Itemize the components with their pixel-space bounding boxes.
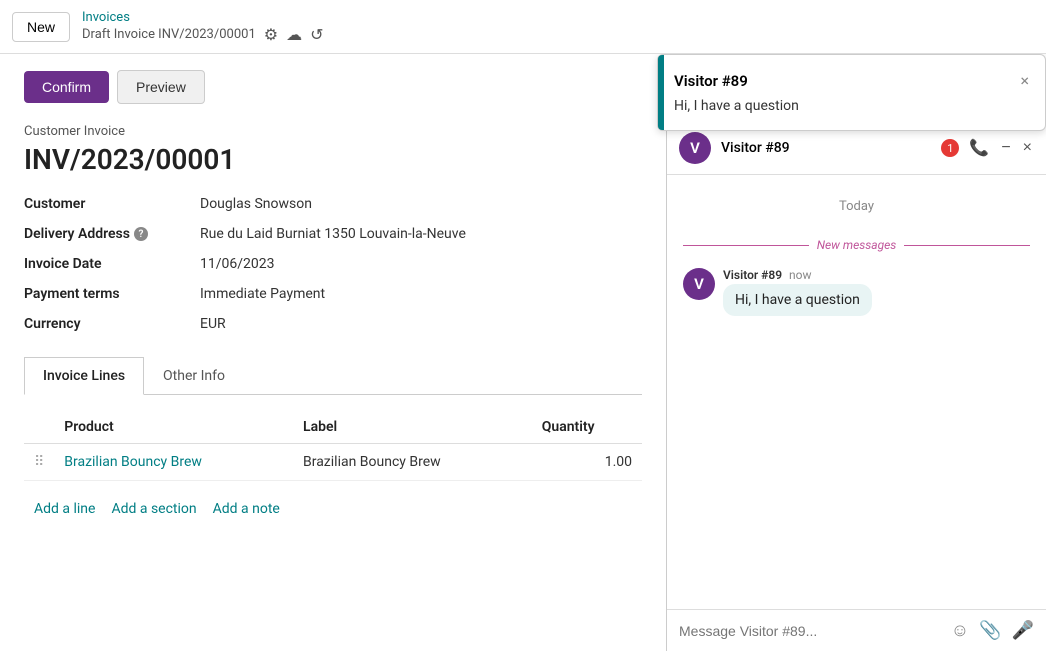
visitor-avatar: V (679, 132, 711, 164)
notification-message: Hi, I have a question (674, 98, 1029, 114)
mic-icon[interactable]: 🎤 (1012, 620, 1034, 641)
currency-label: Currency (24, 316, 184, 332)
preview-button[interactable]: Preview (117, 70, 205, 104)
date-divider: Today (683, 199, 1030, 214)
divider-line-left (683, 245, 809, 246)
add-line-link[interactable]: Add a line (34, 501, 95, 517)
notification-header: Visitor #89 × (674, 71, 1029, 90)
delivery-label: Delivery Address ? (24, 226, 184, 242)
upload-icon[interactable]: ☁ (286, 25, 302, 44)
chat-input[interactable] (679, 623, 941, 639)
table-actions: Add a line Add a section Add a note (24, 493, 642, 525)
chat-header-actions: 1 📞 − × (941, 136, 1034, 160)
product-cell: Brazilian Bouncy Brew (54, 444, 293, 481)
tabs: Invoice Lines Other Info (24, 356, 642, 395)
payment-label: Payment terms (24, 286, 184, 302)
date-label: Invoice Date (24, 256, 184, 272)
message-bubble: Hi, I have a question (723, 284, 872, 316)
product-link[interactable]: Brazilian Bouncy Brew (64, 454, 202, 470)
breadcrumb-sub: Draft Invoice INV/2023/00001 ⚙ ☁ ↺ (82, 25, 324, 44)
gear-icon[interactable]: ⚙ (264, 25, 278, 44)
label-col-header: Label (293, 411, 532, 444)
new-messages-label: New messages (817, 238, 897, 252)
refresh-icon[interactable]: ↺ (310, 25, 323, 44)
delivery-help-icon[interactable]: ? (134, 227, 148, 241)
form-grid: Customer Douglas Snowson Delivery Addres… (24, 196, 624, 332)
notification-popup: Visitor #89 × Hi, I have a question (657, 54, 1046, 131)
new-button[interactable]: New (12, 12, 70, 42)
invoice-number: INV/2023/00001 (24, 143, 642, 176)
attach-icon[interactable]: 📎 (979, 620, 1001, 641)
add-note-link[interactable]: Add a note (213, 501, 280, 517)
invoice-type: Customer Invoice (24, 124, 642, 139)
main-layout: Confirm Preview Customer Invoice INV/202… (0, 54, 1046, 651)
accent-bar (658, 55, 664, 130)
message-avatar: V (683, 268, 715, 300)
emoji-icon[interactable]: ☺ (951, 620, 969, 641)
call-icon[interactable]: 📞 (967, 136, 991, 160)
currency-value: EUR (200, 316, 624, 332)
payment-value: Immediate Payment (200, 286, 624, 302)
chat-panel: Visitor #89 × Hi, I have a question V Vi… (666, 54, 1046, 651)
new-messages-divider: New messages (683, 238, 1030, 252)
breadcrumb-area: Invoices Draft Invoice INV/2023/00001 ⚙ … (82, 10, 324, 44)
notification-close-icon[interactable]: × (1020, 71, 1029, 90)
drag-handle[interactable]: ⠿ (24, 444, 54, 481)
chat-footer-icons: ☺ 📎 🎤 (951, 620, 1034, 641)
notification-title: Visitor #89 (674, 72, 748, 90)
chat-message-row: V Visitor #89 now Hi, I have a question (683, 268, 1030, 316)
close-chat-icon[interactable]: × (1021, 137, 1034, 159)
message-sender: Visitor #89 (723, 268, 782, 282)
message-meta: Visitor #89 now (723, 268, 872, 282)
chat-visitor-name: Visitor #89 (721, 140, 931, 156)
action-bar: Confirm Preview (24, 70, 642, 104)
content-area: Confirm Preview Customer Invoice INV/202… (0, 54, 666, 651)
quantity-cell: 1.00 (532, 444, 642, 481)
date-value: 11/06/2023 (200, 256, 624, 272)
divider-line-right (904, 245, 1030, 246)
product-col-header: Product (54, 411, 293, 444)
table-row: ⠿ Brazilian Bouncy Brew Brazilian Bouncy… (24, 444, 642, 481)
breadcrumb-link[interactable]: Invoices (82, 10, 324, 25)
tab-invoice-lines[interactable]: Invoice Lines (24, 357, 144, 395)
draft-label: Draft Invoice INV/2023/00001 (82, 27, 256, 42)
message-time: now (789, 268, 812, 282)
confirm-button[interactable]: Confirm (24, 71, 109, 103)
add-section-link[interactable]: Add a section (111, 501, 196, 517)
chat-body: Today New messages V Visitor #89 now Hi,… (667, 175, 1046, 609)
label-cell: Brazilian Bouncy Brew (293, 444, 532, 481)
top-bar: New Invoices Draft Invoice INV/2023/0000… (0, 0, 1046, 54)
drag-col-header (24, 411, 54, 444)
quantity-col-header: Quantity (532, 411, 642, 444)
unread-badge: 1 (941, 139, 959, 157)
customer-value: Douglas Snowson (200, 196, 624, 212)
chat-footer: ☺ 📎 🎤 (667, 609, 1046, 651)
invoice-table: Product Label Quantity ⠿ Brazilian Bounc… (24, 411, 642, 481)
customer-label: Customer (24, 196, 184, 212)
message-content: Visitor #89 now Hi, I have a question (723, 268, 872, 316)
tab-other-info[interactable]: Other Info (144, 357, 244, 395)
delivery-value: Rue du Laid Burniat 1350 Louvain-la-Neuv… (200, 226, 624, 242)
minimize-icon[interactable]: − (999, 137, 1012, 159)
